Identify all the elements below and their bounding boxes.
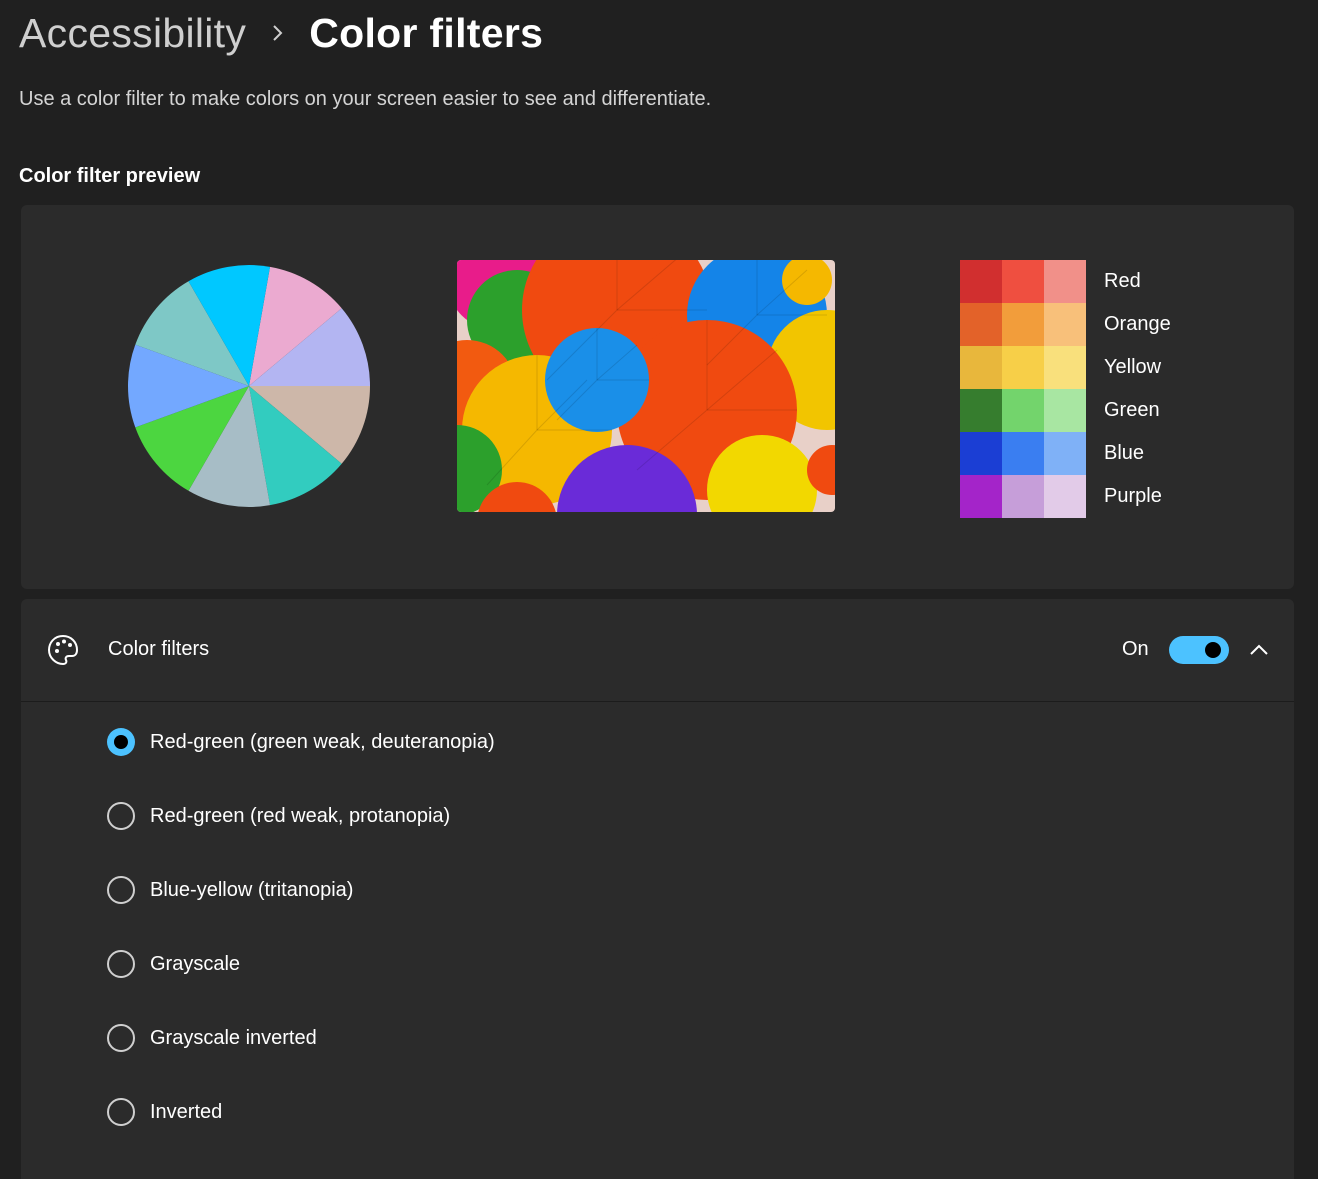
swatch-label: Red bbox=[1104, 270, 1141, 292]
radio-button[interactable] bbox=[107, 1024, 135, 1052]
color-swatch bbox=[1044, 432, 1086, 475]
color-filters-toggle[interactable] bbox=[1169, 636, 1229, 664]
color-swatch bbox=[960, 389, 1002, 432]
swatch-row: Blue bbox=[960, 432, 1171, 475]
swatch-row: Green bbox=[960, 389, 1171, 432]
radio-option[interactable]: Grayscale inverted bbox=[107, 1001, 495, 1075]
radio-button-selected[interactable] bbox=[107, 728, 135, 756]
color-swatch bbox=[1002, 475, 1044, 518]
radio-option[interactable]: Red-green (green weak, deuteranopia) bbox=[107, 705, 495, 779]
radio-option-label: Grayscale inverted bbox=[150, 1026, 317, 1049]
radio-option[interactable]: Blue-yellow (tritanopia) bbox=[107, 853, 495, 927]
color-swatch bbox=[1002, 303, 1044, 346]
radio-option-label: Inverted bbox=[150, 1100, 223, 1123]
color-swatch bbox=[960, 260, 1002, 303]
radio-button[interactable] bbox=[107, 950, 135, 978]
color-swatch bbox=[1002, 432, 1044, 475]
color-filters-card: Color filters On Red-green (green weak, … bbox=[21, 599, 1294, 1179]
swatch-label: Yellow bbox=[1104, 356, 1162, 378]
breadcrumb: Accessibility Color filters bbox=[19, 8, 543, 58]
color-swatch bbox=[1044, 475, 1086, 518]
swatch-row: Purple bbox=[960, 475, 1171, 518]
radio-option[interactable]: Inverted bbox=[107, 1075, 495, 1149]
color-swatch bbox=[1044, 260, 1086, 303]
swatch-label: Purple bbox=[1104, 485, 1162, 507]
color-swatch bbox=[1044, 346, 1086, 389]
color-swatch bbox=[960, 432, 1002, 475]
breadcrumb-parent-accessibility[interactable]: Accessibility bbox=[19, 10, 246, 57]
color-swatch bbox=[960, 475, 1002, 518]
toggle-knob bbox=[1205, 642, 1221, 658]
swatch-label: Green bbox=[1104, 399, 1160, 421]
color-swatch bbox=[1044, 389, 1086, 432]
palette-icon bbox=[46, 633, 80, 667]
color-filters-header[interactable]: Color filters On bbox=[21, 599, 1294, 702]
radio-button[interactable] bbox=[107, 1098, 135, 1126]
radio-option[interactable]: Red-green (red weak, protanopia) bbox=[107, 779, 495, 853]
swatch-label: Blue bbox=[1104, 442, 1145, 464]
chevron-right-icon bbox=[258, 8, 298, 58]
color-swatch bbox=[960, 303, 1002, 346]
color-swatch bbox=[1044, 303, 1086, 346]
toggle-state-label: On bbox=[1122, 638, 1149, 660]
color-swatch bbox=[1002, 260, 1044, 303]
color-swatch bbox=[1002, 346, 1044, 389]
radio-button[interactable] bbox=[107, 876, 135, 904]
radio-option-label: Grayscale bbox=[150, 952, 241, 975]
swatch-row: Red bbox=[960, 260, 1171, 303]
color-swatch-grid: Red Orange Yellow Green Blue Purple bbox=[960, 260, 1171, 518]
swatch-row: Orange bbox=[960, 303, 1171, 346]
radio-option-label: Blue-yellow (tritanopia) bbox=[150, 878, 354, 901]
color-wheel-svg bbox=[128, 265, 370, 507]
color-filters-title: Color filters bbox=[108, 638, 210, 660]
radio-button[interactable] bbox=[107, 802, 135, 830]
swatch-row: Yellow bbox=[960, 346, 1171, 389]
swatch-label: Orange bbox=[1104, 313, 1171, 335]
section-title-preview: Color filter preview bbox=[19, 165, 201, 187]
radio-option-label: Red-green (green weak, deuteranopia) bbox=[150, 730, 495, 753]
page-description: Use a color filter to make colors on you… bbox=[19, 88, 712, 110]
radio-option[interactable]: Grayscale bbox=[107, 927, 495, 1001]
color-swatch bbox=[1002, 389, 1044, 432]
color-filter-preview-card: Red Orange Yellow Green Blue Purple bbox=[21, 205, 1294, 589]
sample-photo-paper-fans bbox=[457, 260, 835, 512]
color-filter-options: Red-green (green weak, deuteranopia) Red-… bbox=[107, 705, 495, 1149]
color-wheel bbox=[126, 263, 372, 509]
page-title: Color filters bbox=[309, 9, 544, 56]
radio-option-label: Red-green (red weak, protanopia) bbox=[150, 804, 451, 827]
chevron-up-icon[interactable] bbox=[1247, 635, 1271, 665]
color-swatch bbox=[960, 346, 1002, 389]
